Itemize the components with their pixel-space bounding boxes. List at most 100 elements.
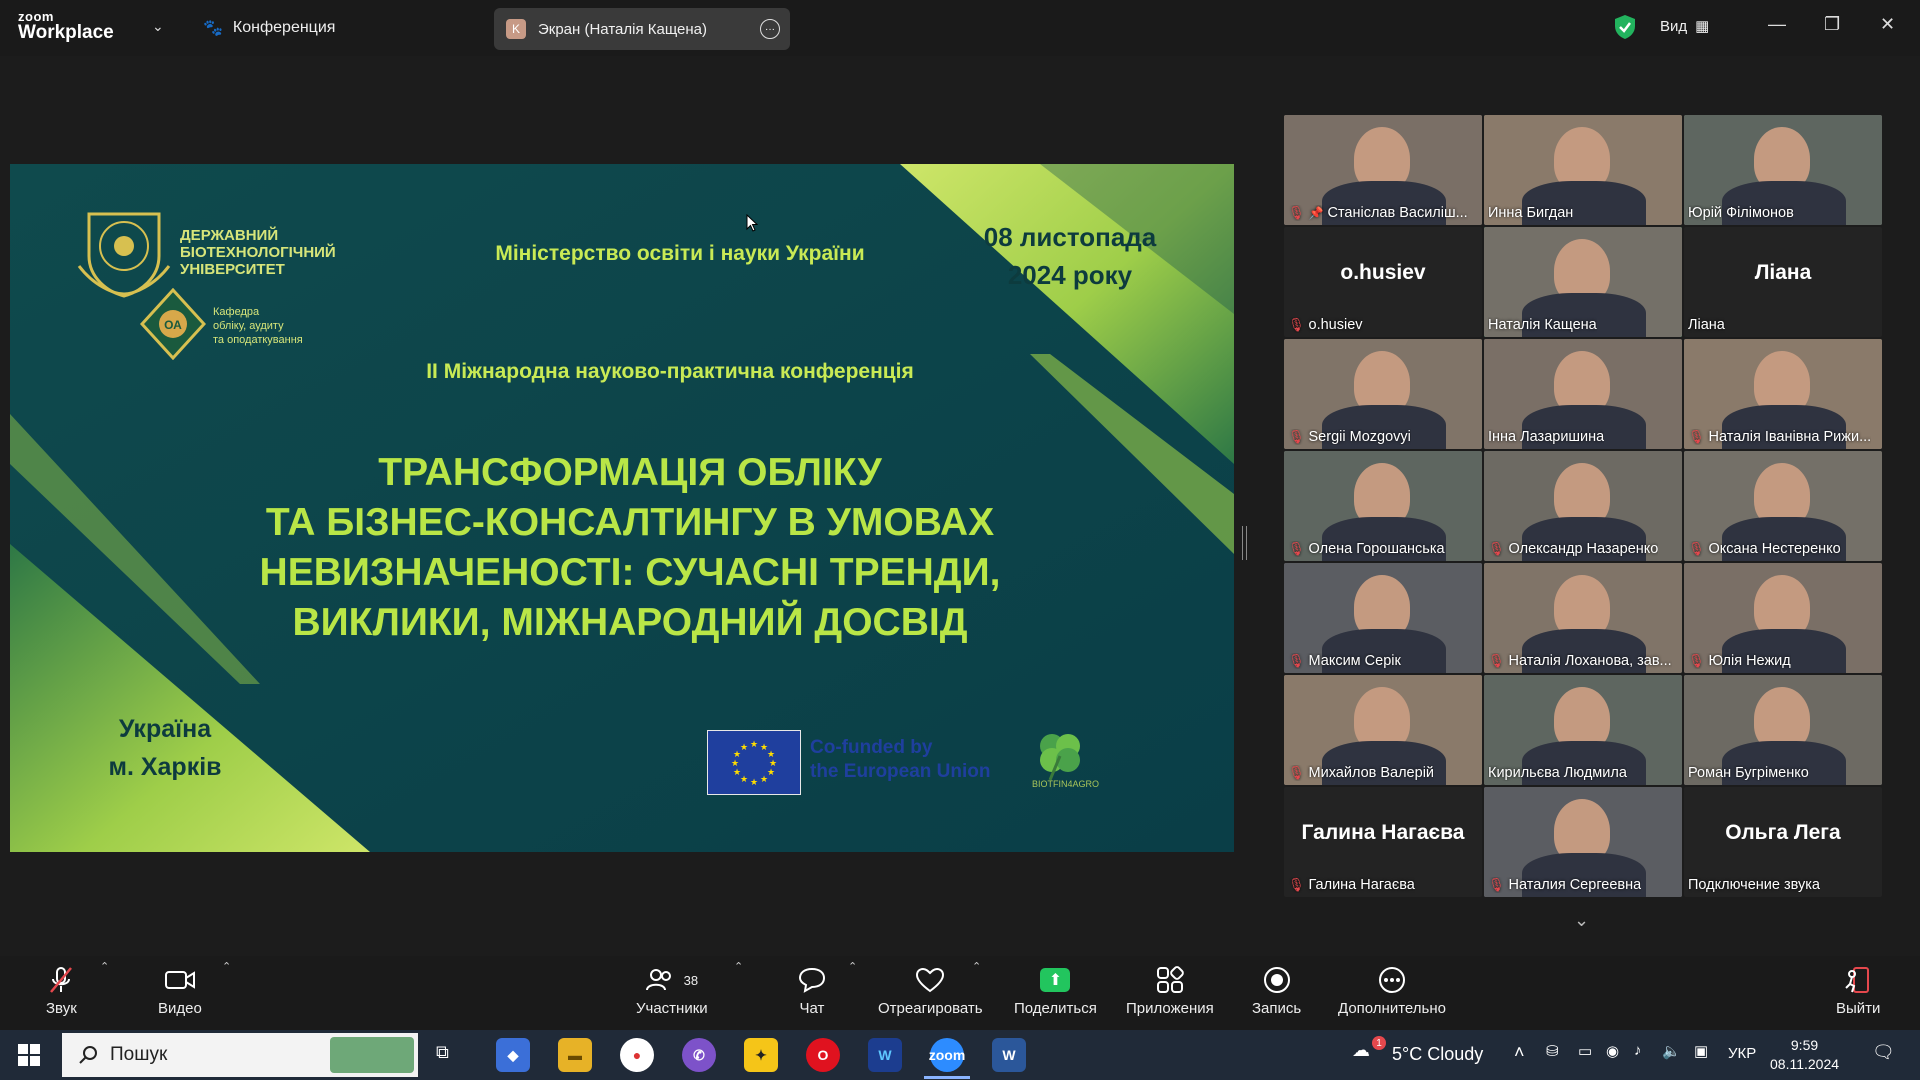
participant-tile[interactable]: Інна Лазаришина (1484, 339, 1682, 449)
participant-tile[interactable]: 🎙 Михайлов Валерій (1284, 675, 1482, 785)
chat-button[interactable]: Чат (798, 966, 826, 1017)
notifications-icon[interactable]: 🗨 (1872, 1042, 1895, 1063)
video-camera-icon (164, 966, 196, 994)
participant-name-label: 🎙 Михайлов Валерій (1288, 765, 1434, 781)
participant-tile[interactable]: Ліана Ліана (1684, 227, 1882, 337)
screen-share-title: Экран (Наталія Кащена) (538, 20, 707, 38)
participant-tile[interactable]: 🎙 Наталія Іванівна Рижи... (1684, 339, 1882, 449)
zoom-logo: zoom Workplace (18, 10, 114, 42)
zoom-app-icon[interactable]: zoom (929, 1038, 965, 1072)
taskbar-clock[interactable]: 9:59 08.11.2024 (1770, 1036, 1839, 1074)
share-screen-button[interactable]: ⬆ Поделиться (1014, 966, 1097, 1017)
webex-icon[interactable]: W (868, 1038, 902, 1072)
muted-mic-icon: 🎙 (1288, 429, 1305, 444)
muted-mic-icon: 🎙 (1288, 877, 1305, 892)
participant-name: Sergii Mozgovyi (1308, 429, 1411, 445)
more-icon (1378, 966, 1406, 994)
clock-time: 9:59 (1790, 1037, 1819, 1053)
participant-tile[interactable]: Инна Бигдан (1484, 115, 1682, 225)
view-label: Вид (1660, 17, 1688, 35)
participant-tile[interactable]: 🎙 Оксана Нестеренко (1684, 451, 1882, 561)
weather-text[interactable]: 5°C Cloudy (1392, 1044, 1483, 1065)
word-icon[interactable]: W (992, 1038, 1026, 1072)
monitor-network-icon[interactable]: ▣ (1694, 1042, 1708, 1060)
volume-icon[interactable]: 🔈 (1662, 1042, 1681, 1060)
copilot-icon[interactable]: ◆ (496, 1038, 530, 1072)
participant-name-label: 🎙 Олександр Назаренко (1488, 541, 1658, 557)
opera-icon[interactable]: O (806, 1038, 840, 1072)
participant-tile[interactable]: Галина Нагаєва 🎙 Галина Нагаєва (1284, 787, 1482, 897)
participant-tile[interactable]: 🎙 Наталия Сергеевна (1484, 787, 1682, 897)
conference-menu[interactable]: 🐾 Конференция (203, 18, 335, 38)
webcam-icon[interactable]: ◉ (1606, 1042, 1619, 1060)
participant-name-label: Юрій Філімонов (1688, 205, 1794, 221)
participants-options-caret[interactable]: ⌃ (734, 960, 743, 973)
participant-tile[interactable]: 🎙 📌 Станіслав Василіш... (1284, 115, 1482, 225)
participant-name-label: Інна Лазаришина (1488, 429, 1604, 445)
file-explorer-icon[interactable]: ▬ (558, 1038, 592, 1072)
eu-cofunded-text: Co-funded by the European Union (810, 736, 991, 784)
react-options-caret[interactable]: ⌃ (972, 960, 981, 973)
participant-name-label: 🎙 Наталия Сергеевна (1488, 877, 1641, 893)
university-line-3: УНІВЕРСИТЕТ (180, 261, 285, 278)
participant-tile[interactable]: 🎙 Олександр Назаренко (1484, 451, 1682, 561)
muted-mic-icon: 🎙 (1288, 653, 1305, 668)
minimize-icon[interactable]: — (1768, 14, 1786, 35)
audio-button[interactable]: Звук (46, 966, 77, 1017)
audio-options-caret[interactable]: ⌃ (100, 960, 109, 973)
video-options-caret[interactable]: ⌃ (222, 960, 231, 973)
weather-cloud-icon[interactable]: ☁ (1352, 1040, 1370, 1061)
participant-tile[interactable]: Ольга Лега Подключение звука (1684, 787, 1882, 897)
battery-icon[interactable]: ▭ (1578, 1042, 1592, 1060)
svg-text:★: ★ (731, 759, 739, 769)
participant-name: Наталія Кащена (1488, 317, 1597, 333)
search-highlight-image (330, 1037, 414, 1073)
shield-icon[interactable] (1614, 14, 1636, 40)
participant-name-label: Инна Бигдан (1488, 205, 1573, 221)
participant-tile[interactable]: 🎙 Олена Горошанська (1284, 451, 1482, 561)
participant-tile[interactable]: o.husiev 🎙 o.husiev (1284, 227, 1482, 337)
network-drive-icon[interactable]: ⛁ (1546, 1042, 1559, 1060)
date-line-1: 08 листопада (983, 222, 1157, 252)
participant-tile[interactable]: Наталія Кащена (1484, 227, 1682, 337)
participant-tile[interactable]: 🎙 Sergii Mozgovyi (1284, 339, 1482, 449)
participant-name-label: 🎙 Максим Серік (1288, 653, 1401, 669)
more-button[interactable]: Дополнительно (1338, 966, 1446, 1017)
participant-tile[interactable]: 🎙 Юлія Нежид (1684, 563, 1882, 673)
more-options-icon[interactable]: ··· (760, 19, 780, 39)
chat-options-caret[interactable]: ⌃ (848, 960, 857, 973)
windows-start-icon[interactable] (18, 1044, 40, 1066)
restore-icon[interactable]: ❐ (1824, 14, 1840, 35)
eu-line-2: the European Union (810, 761, 991, 782)
sticky-notes-icon[interactable]: ✦ (744, 1038, 778, 1072)
muted-mic-icon: 🎙 (1488, 877, 1505, 892)
close-icon[interactable]: ✕ (1880, 14, 1895, 35)
chrome-icon[interactable]: ● (620, 1038, 654, 1072)
record-button[interactable]: Запись (1252, 966, 1301, 1017)
apps-button[interactable]: Приложения (1126, 966, 1214, 1017)
task-view-icon[interactable]: ⧉ (436, 1042, 449, 1063)
react-button[interactable]: Отреагировать (878, 966, 983, 1017)
input-language[interactable]: УКР (1728, 1045, 1756, 1062)
participant-tile[interactable]: Роман Бугріменко (1684, 675, 1882, 785)
participant-name-label: 🎙 📌 Станіслав Василіш... (1288, 205, 1468, 221)
participant-tile[interactable]: Юрій Філімонов (1684, 115, 1882, 225)
participants-button[interactable]: 38 Участники (636, 966, 708, 1017)
panel-resize-handle[interactable] (1242, 526, 1247, 560)
screen-share-pill[interactable]: K Экран (Наталія Кащена) ··· (494, 8, 790, 50)
tray-chevron-up-icon[interactable]: ˄ (1514, 1042, 1525, 1063)
participant-tile[interactable]: Кирильєва Людмила (1484, 675, 1682, 785)
leave-button[interactable]: Выйти (1836, 966, 1880, 1017)
paw-icon: 🐾 (203, 20, 223, 37)
microphone-icon[interactable]: ♪ (1634, 1042, 1642, 1059)
participant-name: Наталія Іванівна Рижи... (1708, 429, 1872, 445)
chevron-down-icon[interactable]: ⌄ (152, 18, 164, 35)
participant-tile[interactable]: 🎙 Наталія Лоханова, зав... (1484, 563, 1682, 673)
muted-mic-icon: 🎙 (1488, 653, 1505, 668)
gallery-scroll-down-icon[interactable]: ⌄ (1574, 910, 1589, 931)
participant-tile[interactable]: 🎙 Максим Серік (1284, 563, 1482, 673)
taskbar-search[interactable]: Пошук (62, 1033, 418, 1077)
video-button[interactable]: Видео (158, 966, 202, 1017)
viber-icon[interactable]: ✆ (682, 1038, 716, 1072)
view-button[interactable]: Вид ▦ (1660, 17, 1709, 36)
